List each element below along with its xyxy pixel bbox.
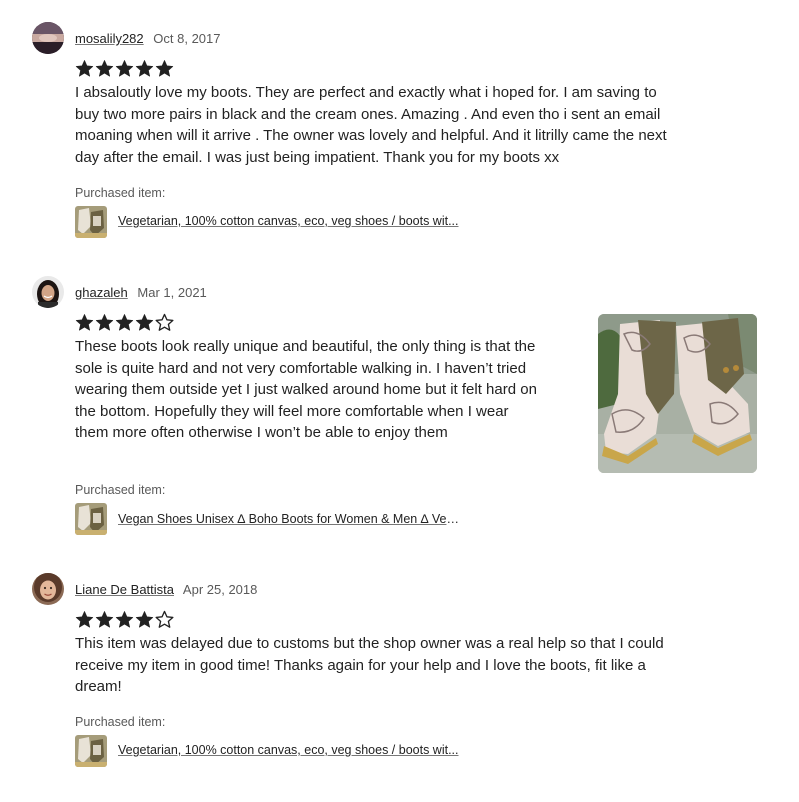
purchased-item-thumbnail[interactable] [75, 503, 107, 535]
star-filled-icon [75, 314, 94, 331]
review-text: These boots look really unique and beaut… [75, 338, 537, 441]
star-rating [75, 610, 174, 629]
star-filled-icon [135, 60, 154, 77]
star-filled-icon [95, 314, 114, 331]
purchased-item-thumbnail[interactable] [75, 735, 107, 767]
purchased-item-label: Purchased item: [75, 186, 166, 200]
star-filled-icon [135, 611, 154, 628]
reviewer-name-link[interactable]: ghazaleh [75, 285, 128, 300]
reviewer-avatar[interactable] [32, 573, 64, 605]
review-text: I absaloutly love my boots. They are per… [75, 84, 667, 166]
review-meta: mosalily282 Oct 8, 2017 [75, 31, 221, 46]
star-filled-icon [95, 60, 114, 77]
purchased-item-link[interactable]: Vegetarian, 100% cotton canvas, eco, veg… [118, 743, 459, 757]
reviewer-avatar[interactable] [32, 276, 64, 308]
purchased-item-label: Purchased item: [75, 483, 166, 497]
purchased-item-link[interactable]: Vegetarian, 100% cotton canvas, eco, veg… [118, 214, 459, 228]
review-text: This item was delayed due to customs but… [75, 635, 664, 695]
review-meta: ghazaleh Mar 1, 2021 [75, 285, 207, 300]
purchased-item-thumbnail[interactable] [75, 206, 107, 238]
reviewer-name-link[interactable]: Liane De Battista [75, 582, 174, 597]
purchased-item-link[interactable]: Vegan Shoes Unisex ∆ Boho Boots for Wome… [118, 512, 463, 526]
star-filled-icon [135, 314, 154, 331]
star-filled-icon [115, 60, 134, 77]
star-empty-icon [155, 610, 174, 628]
review-photo[interactable] [598, 314, 757, 473]
star-rating [75, 313, 174, 332]
review-date: Mar 1, 2021 [137, 285, 207, 300]
star-filled-icon [155, 60, 174, 77]
reviewer-avatar[interactable] [32, 22, 64, 54]
star-filled-icon [75, 611, 94, 628]
star-filled-icon [115, 314, 134, 331]
star-empty-icon [155, 313, 174, 331]
purchased-item-label: Purchased item: [75, 715, 166, 729]
star-filled-icon [95, 611, 114, 628]
star-filled-icon [75, 60, 94, 77]
star-filled-icon [115, 611, 134, 628]
review-date: Apr 25, 2018 [182, 582, 258, 597]
reviewer-name-link[interactable]: mosalily282 [75, 31, 144, 46]
star-rating [75, 59, 174, 78]
review-meta: Liane De Battista Apr 25, 2018 [75, 582, 257, 597]
review-date: Oct 8, 2017 [153, 31, 221, 46]
